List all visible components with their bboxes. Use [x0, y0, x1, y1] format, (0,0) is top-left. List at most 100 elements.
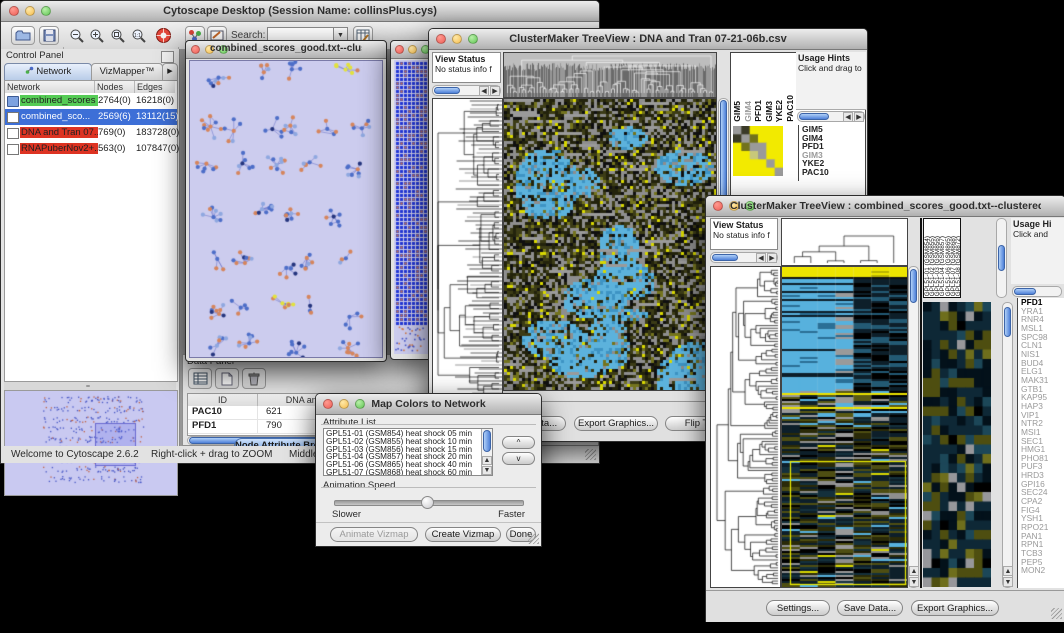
network-nodes: 2764(0): [98, 95, 131, 106]
open-icon[interactable]: [11, 26, 35, 45]
status-hint-zoom: Right-click + drag to ZOOM: [151, 449, 272, 460]
delete-attribute-icon[interactable]: [242, 368, 266, 389]
zoom-heatmap-vscrollbar[interactable]: ▲ ▼: [1002, 302, 1013, 588]
create-vizmap-button[interactable]: Create Vizmap: [425, 527, 501, 542]
gene-label-list: PFD1YRA1RNR4MSL1SPC98CLN1NIS1BUD4ELG1MAK…: [1017, 298, 1064, 588]
network-table-header: Network Nodes Edges: [5, 81, 177, 93]
move-up-button[interactable]: ^: [502, 436, 535, 449]
cell-id: PFD1: [188, 420, 258, 433]
network-list-row[interactable]: RNAPuberNov2+...563(0)107847(0): [5, 141, 177, 157]
window-titlebar[interactable]: Cytoscape Desktop (Session Name: collins…: [1, 1, 599, 22]
hints-hscrollbar[interactable]: ◀ ▶: [797, 111, 865, 122]
export-graphics-button[interactable]: Export Graphics...: [911, 600, 999, 616]
svg-text:1:1: 1:1: [134, 33, 141, 39]
zoom-actual-icon[interactable]: 1:1: [129, 26, 149, 45]
cell-value: 790: [258, 420, 282, 433]
animate-vizmap-button[interactable]: Animate Vizmap: [330, 527, 418, 542]
tab-network[interactable]: Network: [4, 63, 92, 81]
heatmap-canvas[interactable]: [503, 98, 717, 391]
network-list-row[interactable]: combined_scores2764(0)16218(0): [5, 93, 177, 109]
status-hscrollbar[interactable]: ◀ ▶: [432, 85, 501, 96]
close-icon[interactable]: [323, 399, 333, 409]
speed-slider[interactable]: [334, 500, 524, 506]
window-title: ClusterMaker TreeView : DNA and Tran 07-…: [453, 33, 843, 45]
zoom-selected-icon[interactable]: [108, 26, 128, 45]
slider-thumb[interactable]: [421, 496, 434, 509]
gene-dendrogram[interactable]: [710, 266, 781, 588]
window-titlebar[interactable]: combined_scores_good.txt--cluste...: [186, 41, 386, 59]
zoom-column-labels: GIM5GIM4PFD1GIM3YKE2PAC10: [733, 54, 793, 122]
float-panel-icon[interactable]: [161, 51, 174, 63]
close-icon[interactable]: [436, 34, 446, 44]
window-titlebar[interactable]: ClusterMaker TreeView : DNA and Tran 07-…: [429, 29, 867, 50]
close-icon[interactable]: [395, 45, 404, 54]
column-label: PAC10: [786, 95, 794, 122]
zoom-row-labels: GIM5GIM4PFD1GIM3YKE2PAC10: [798, 125, 862, 181]
button-bar: Settings... Save Data... Export Graphics…: [706, 590, 1064, 622]
attribute-select-icon[interactable]: [188, 368, 212, 389]
col-network: Network: [5, 81, 95, 93]
tab-overflow-icon[interactable]: ▶: [162, 63, 178, 81]
map-colors-dialog: Map Colors to Network Attribute List GPL…: [315, 393, 542, 547]
tab-vizmapper-label: VizMapper™: [100, 66, 155, 77]
hints-hscrollbar[interactable]: [1012, 286, 1062, 297]
zoom-in-icon[interactable]: [87, 26, 107, 45]
window-titlebar[interactable]: [391, 41, 433, 59]
network-canvas[interactable]: [189, 60, 383, 358]
document-icon: [7, 144, 19, 155]
zoom-out-icon[interactable]: [67, 26, 87, 45]
column-label: PFD1: [754, 100, 764, 122]
heatmap-canvas[interactable]: [781, 266, 908, 588]
move-down-button[interactable]: v: [502, 452, 535, 465]
usage-hints-panel: Usage Hi Click and: [1011, 218, 1064, 284]
slower-label: Slower: [332, 509, 361, 520]
network-canvas[interactable]: [394, 60, 430, 354]
cell-value: 621: [258, 406, 282, 419]
network-list-row[interactable]: combined_sco...2569(6)13112(15): [5, 109, 177, 125]
export-graphics-button[interactable]: Export Graphics...: [574, 416, 658, 431]
status-hscrollbar[interactable]: ◀ ▶: [710, 252, 778, 263]
resize-grip[interactable]: [1051, 608, 1062, 619]
attribute-list-item[interactable]: GPL51-07 (GSM868) heat shock 60 min: [326, 469, 479, 476]
close-icon[interactable]: [191, 45, 200, 54]
tab-vizmapper[interactable]: VizMapper™: [91, 63, 163, 81]
network-edges: 13112(15): [136, 111, 179, 122]
treeview-window-combined: ClusterMaker TreeView : combined_scores_…: [705, 195, 1064, 622]
window-titlebar[interactable]: ClusterMaker TreeView : combined_scores_…: [706, 196, 1064, 217]
window-titlebar[interactable]: Map Colors to Network: [316, 394, 541, 415]
network-list-row[interactable]: DNA and Tran 07...769(0)183728(0): [5, 125, 177, 141]
window-title: combined_scores_good.txt--cluste...: [210, 43, 362, 54]
resize-grip[interactable]: [528, 533, 539, 544]
birdseye-view[interactable]: [4, 390, 178, 496]
minimize-icon[interactable]: [408, 45, 417, 54]
column-label: GIM5: [733, 101, 743, 122]
list-vscrollbar[interactable]: ▲ ▼: [481, 429, 492, 475]
new-attribute-icon[interactable]: [215, 368, 239, 389]
window-title: ClusterMaker TreeView : combined_scores_…: [730, 200, 1041, 212]
control-panel: Control Panel Network VizMapper™ ▶ Netwo…: [1, 49, 180, 446]
animation-speed-label: Animation Speed: [323, 480, 395, 491]
help-ring-icon[interactable]: [153, 26, 173, 45]
panel-splitter[interactable]: [4, 382, 176, 390]
gene-dendrogram[interactable]: [432, 98, 503, 401]
array-dendrogram[interactable]: [503, 52, 717, 98]
close-icon[interactable]: [9, 6, 19, 16]
network-edges: 183728(0): [136, 127, 179, 138]
window-title: Cytoscape Desktop (Session Name: collins…: [25, 5, 575, 17]
settings-button[interactable]: Settings...: [766, 600, 830, 616]
desktop: Cytoscape Desktop (Session Name: collins…: [0, 0, 1064, 633]
close-icon[interactable]: [713, 201, 723, 211]
attribute-listbox[interactable]: GPL51-01 (GSM854) heat shock 05 minGPL51…: [323, 428, 493, 476]
tab-network-label: Network: [36, 66, 71, 77]
array-dendrogram[interactable]: [781, 218, 908, 266]
zoom-heatmap[interactable]: [733, 126, 783, 176]
zoom-vscrollbar[interactable]: [996, 218, 1007, 298]
gene-label[interactable]: MON2: [1021, 566, 1064, 575]
network-edges: 107847(0): [136, 143, 179, 154]
resize-grip[interactable]: [585, 449, 596, 460]
heatmap-vscrollbar[interactable]: ▲ ▼: [908, 266, 919, 588]
network-name: combined_scores: [20, 95, 98, 106]
save-icon[interactable]: [39, 26, 59, 45]
save-data-button[interactable]: Save Data...: [837, 600, 903, 616]
zoom-heatmap[interactable]: [923, 302, 991, 587]
